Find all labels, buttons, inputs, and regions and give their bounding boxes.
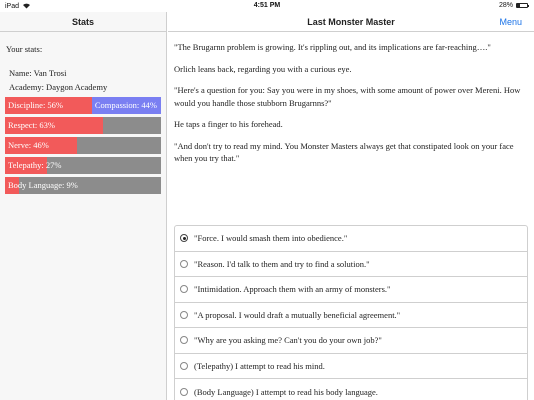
radio-button[interactable] [180, 234, 188, 243]
story-paragraph: Orlich leans back, regarding you with a … [174, 63, 352, 74]
menu-button[interactable]: Menu [499, 12, 522, 32]
choice-option[interactable]: "Why are you asking me? Can't you do you… [175, 328, 527, 354]
stat-label-telepathy: Telepathy: 27% [8, 160, 62, 170]
radio-button[interactable] [180, 336, 188, 345]
stat-bar-telepathy: Telepathy: 27% [5, 157, 161, 174]
radio-button[interactable] [180, 259, 188, 268]
radio-button[interactable] [180, 387, 188, 396]
story-pane: Last Monster Master Menu "The Brugarnn p… [168, 12, 534, 400]
main-header: Last Monster Master Menu [168, 12, 534, 32]
choice-label: "A proposal. I would draft a mutually be… [194, 309, 401, 320]
choice-option[interactable]: "Reason. I'd talk to them and try to fin… [175, 252, 527, 277]
sidebar-title: Stats [0, 12, 166, 32]
choice-label: (Telepathy) I attempt to read his mind. [194, 360, 325, 371]
game-title: Last Monster Master [307, 17, 395, 27]
choice-list: "Force. I would smash them into obedienc… [174, 225, 528, 400]
stat-bar-discipline: Discipline: 56% Compassion: 44% [5, 97, 161, 114]
stat-bar-respect: Respect: 63% [5, 117, 161, 134]
stat-label-body-language: Body Language: 9% [8, 180, 78, 190]
choice-label: "Why are you asking me? Can't you do you… [194, 335, 382, 346]
choice-label: "Reason. I'd talk to them and try to fin… [194, 258, 370, 269]
status-time: 4:51 PM [253, 2, 281, 9]
story-paragraph: "And don't try to read my mind. You Mons… [174, 140, 514, 164]
stat-label-respect: Respect: 63% [8, 120, 55, 130]
stat-bars: Discipline: 56% Compassion: 44% Respect:… [5, 97, 161, 197]
radio-button[interactable] [180, 361, 188, 370]
player-name: Name: Van Trosi [9, 68, 67, 78]
choice-option[interactable]: "Force. I would smash them into obedienc… [175, 226, 527, 252]
story-paragraph: "The Brugarnn problem is growing. It's r… [174, 42, 491, 52]
player-academy: Academy: Daygon Academy [9, 82, 108, 92]
radio-button[interactable] [180, 285, 188, 294]
your-stats-heading: Your stats: [6, 44, 43, 54]
story-text: "The Brugarnn problem is growing. It's r… [174, 41, 528, 174]
choice-option[interactable]: "A proposal. I would draft a mutually be… [175, 303, 527, 328]
stats-sidebar: Stats Your stats: Name: Van Trosi Academ… [0, 12, 167, 400]
choice-option[interactable]: "Intimidation. Approach them with an arm… [175, 277, 527, 303]
battery-percent: 28% [498, 2, 513, 9]
choice-label: "Intimidation. Approach them with an arm… [194, 284, 391, 295]
stat-label-compassion: Compassion: 44% [94, 100, 157, 110]
story-paragraph: "Here's a question for you: Say you were… [174, 85, 521, 108]
choice-label: (Body Language) I attempt to read his bo… [194, 386, 378, 397]
story-paragraph: He taps a finger to his forehead. [174, 119, 283, 129]
choice-option[interactable]: (Telepathy) I attempt to read his mind. [175, 354, 527, 379]
radio-button[interactable] [180, 310, 188, 319]
stat-bar-body-language: Body Language: 9% [5, 177, 161, 194]
status-bar: iPad 4:51 PM 28% [0, 0, 534, 12]
stat-bar-nerve: Nerve: 46% [5, 137, 161, 154]
choice-option[interactable]: (Body Language) I attempt to read his bo… [175, 379, 527, 400]
battery-icon [516, 3, 529, 8]
stat-label-nerve: Nerve: 46% [8, 140, 49, 150]
stat-label-discipline: Discipline: 56% [8, 100, 64, 110]
choice-label: "Force. I would smash them into obedienc… [194, 233, 348, 244]
status-right: 28% [498, 2, 529, 9]
